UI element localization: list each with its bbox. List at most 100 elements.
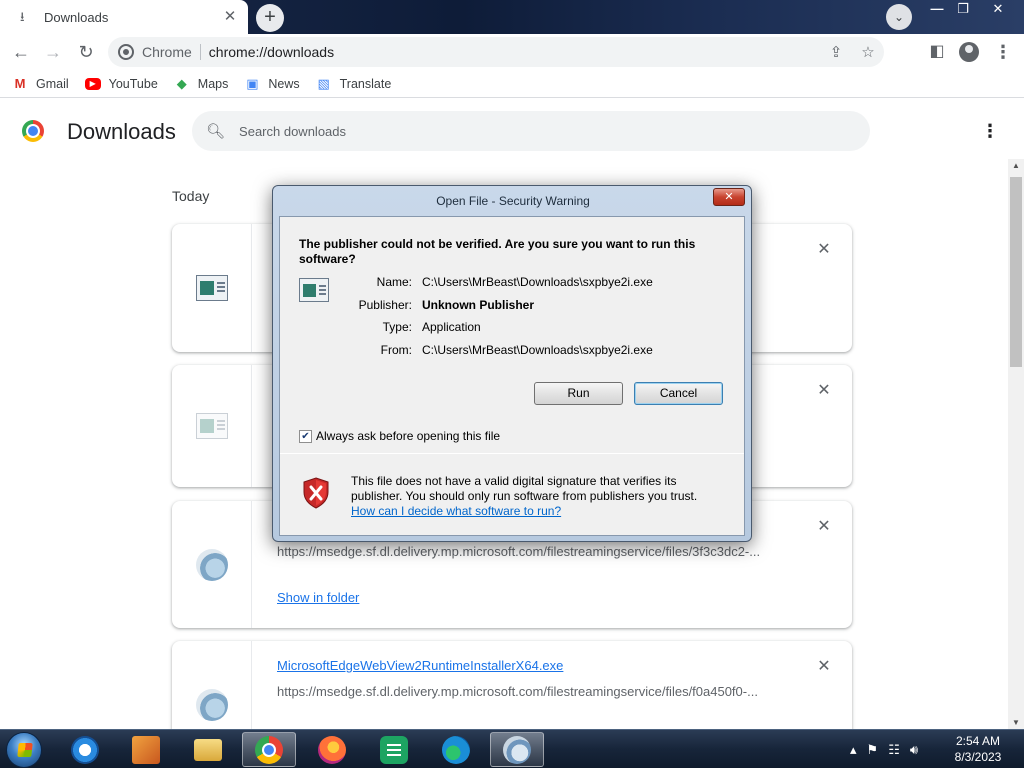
volume-icon[interactable]: 🔊︎ <box>910 742 918 758</box>
news-icon: ▣ <box>246 75 259 91</box>
dialog-title: Open File - Security Warning <box>436 194 590 208</box>
side-panel-icon[interactable]: ◧ <box>924 39 950 65</box>
clock-time: 2:54 AM <box>955 734 1001 748</box>
bookmark-star-icon[interactable]: ☆ <box>852 43 884 61</box>
address-bar[interactable]: Chrome chrome://downloads ⇪ ☆ <box>108 37 884 67</box>
field-label: Type: <box>382 320 412 334</box>
downloads-menu-icon[interactable]: ⋮ <box>978 119 1002 143</box>
dialog-question: The publisher could not be verified. Are… <box>299 237 696 266</box>
section-date-heading: Today <box>172 188 210 204</box>
download-icon-column <box>172 641 252 729</box>
translate-icon: ▧ <box>317 75 330 91</box>
bookmark-youtube[interactable]: ▶ YouTube <box>84 76 158 91</box>
browser-menu-icon[interactable]: ⋮ <box>990 39 1016 65</box>
always-ask-label: Always ask before opening this file <box>316 429 501 443</box>
bookmark-label: News <box>268 76 300 91</box>
bookmark-translate[interactable]: ▧ Translate <box>316 75 392 92</box>
download-item: ✕ MicrosoftEdgeWebView2RuntimeInstallerX… <box>172 641 852 729</box>
taskbar-firefox[interactable] <box>305 732 359 767</box>
always-ask-checkbox-row[interactable]: ✔ Always ask before opening this file <box>299 429 500 443</box>
field-value: C:\Users\MrBeast\Downloads\sxpbye2i.exe <box>422 275 653 289</box>
help-link[interactable]: How can I decide what software to run? <box>351 504 561 518</box>
window-minimize-button[interactable]: — <box>924 0 950 20</box>
network-icon[interactable]: ☷ <box>888 742 900 758</box>
always-ask-checkbox[interactable]: ✔ <box>299 429 312 443</box>
security-warning-dialog: Open File - Security Warning ✕ The publi… <box>272 185 752 542</box>
back-arrow-icon[interactable]: ← <box>8 39 34 65</box>
download-icon-column <box>172 501 252 628</box>
page-title: Downloads <box>67 119 176 144</box>
start-button[interactable] <box>6 732 42 768</box>
field-value: Unknown Publisher <box>422 298 535 312</box>
download-icon: ⭳ <box>20 9 25 24</box>
taskbar-chrome[interactable] <box>242 732 296 767</box>
setup-file-icon <box>196 549 228 581</box>
download-file-name-link[interactable]: MicrosoftEdgeWebView2RuntimeInstallerX64… <box>277 658 563 673</box>
bookmark-maps[interactable]: ◆ Maps <box>174 76 229 92</box>
taskbar-setup[interactable] <box>490 732 544 767</box>
show-in-folder-link[interactable]: Show in folder <box>277 590 359 605</box>
taskbar-media-center[interactable] <box>119 732 173 767</box>
profile-icon[interactable] <box>956 39 982 65</box>
remove-download-close-icon[interactable]: ✕ <box>814 381 834 401</box>
download-url: https://msedge.sf.dl.delivery.mp.microso… <box>277 544 761 559</box>
tab-downloads[interactable]: ⭳ Downloads ✕ <box>0 0 248 34</box>
setup-file-icon <box>196 689 228 721</box>
taskbar-clock[interactable]: 2:54 AM 8/3/2023 <box>944 733 1012 765</box>
taskbar-edge[interactable] <box>429 732 483 767</box>
forward-arrow-icon[interactable]: → <box>40 39 66 65</box>
firefox-icon <box>318 735 346 764</box>
tab-close-icon[interactable]: ✕ <box>220 7 240 27</box>
chrome-logo-icon <box>22 120 44 142</box>
dialog-close-button[interactable]: ✕ <box>713 188 745 206</box>
application-file-icon <box>196 413 228 439</box>
search-box[interactable]: 🔍︎ <box>192 111 870 151</box>
dialog-field-publisher: Publisher: Unknown Publisher <box>340 298 740 312</box>
new-tab-button[interactable]: + <box>256 4 284 32</box>
page-scrollbar[interactable]: ▲ ▼ <box>1008 159 1024 729</box>
bookmark-news[interactable]: ▣ News <box>244 76 299 92</box>
run-button[interactable]: Run <box>534 382 623 405</box>
file-explorer-icon <box>194 738 222 761</box>
bookmarks-bar: M Gmail ▶ YouTube ◆ Maps ▣ News ▧ Transl… <box>0 70 1024 98</box>
downloads-header: Downloads 🔍︎ ⋮ <box>0 99 1024 163</box>
browser-toolbar: ← → ↻ Chrome chrome://downloads ⇪ ☆ ◧ ⋮ <box>0 34 1024 70</box>
download-icon-column <box>172 365 252 487</box>
dialog-field-name: Name: C:\Users\MrBeast\Downloads\sxpbye2… <box>340 275 740 289</box>
bookmark-label: Translate <box>339 76 392 91</box>
tab-title: Downloads <box>44 9 109 25</box>
address-url[interactable]: chrome://downloads <box>209 44 820 60</box>
address-separator <box>199 44 201 60</box>
search-input[interactable] <box>239 123 840 139</box>
remove-download-close-icon[interactable]: ✕ <box>814 240 834 260</box>
scrollbar-thumb[interactable] <box>1010 177 1022 367</box>
taskbar-internet-explorer[interactable] <box>58 732 112 767</box>
security-shield-icon <box>303 477 329 509</box>
address-origin: Chrome <box>142 44 192 60</box>
taskbar-sheets[interactable] <box>367 732 421 767</box>
field-value: Application <box>422 320 481 334</box>
setup-icon <box>503 735 531 764</box>
window-close-button[interactable]: ✕ <box>976 0 1020 20</box>
windows-taskbar: ▴ ⚑ ☷ 🔊︎ 2:54 AM 8/3/2023 <box>0 729 1024 768</box>
cancel-button[interactable]: Cancel <box>634 382 723 405</box>
field-label: Name: <box>376 275 412 289</box>
dialog-field-from: From: C:\Users\MrBeast\Downloads\sxpbye2… <box>340 343 740 357</box>
download-url: https://msedge.sf.dl.delivery.mp.microso… <box>277 684 758 699</box>
remove-download-close-icon[interactable]: ✕ <box>814 657 834 677</box>
show-hidden-icons-chevron-icon[interactable]: ▴ <box>850 742 857 758</box>
scroll-down-arrow-icon[interactable]: ▼ <box>1012 718 1020 727</box>
bookmark-gmail[interactable]: M Gmail <box>12 76 69 92</box>
share-icon[interactable]: ⇪ <box>820 43 852 61</box>
taskbar-file-explorer[interactable] <box>181 732 235 767</box>
action-center-flag-icon[interactable]: ⚑ <box>867 742 879 758</box>
scroll-up-arrow-icon[interactable]: ▲ <box>1012 161 1020 170</box>
reload-icon[interactable]: ↻ <box>73 39 99 65</box>
application-file-icon <box>196 275 228 301</box>
tab-search-chevron-icon[interactable]: ⌄ <box>886 4 912 30</box>
dialog-body: The publisher could not be verified. Are… <box>279 216 745 536</box>
remove-download-close-icon[interactable]: ✕ <box>814 517 834 537</box>
media-center-icon <box>132 735 160 764</box>
bookmark-label: YouTube <box>108 76 158 91</box>
window-restore-button[interactable]: ❐ <box>950 0 976 20</box>
